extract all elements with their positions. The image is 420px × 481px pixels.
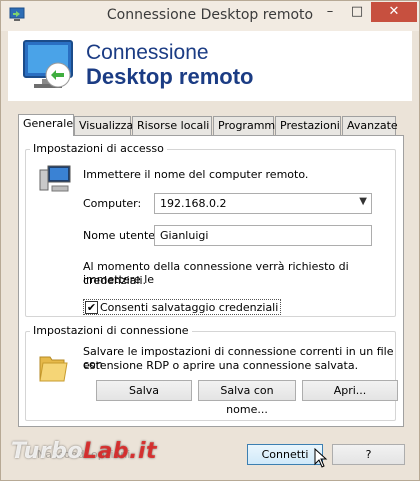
computer-label: Computer: (83, 197, 142, 210)
tab-programmi[interactable]: Programmi (213, 116, 278, 136)
connection-settings-legend: Impostazioni di connessione (30, 324, 192, 337)
username-label: Nome utente: (83, 229, 159, 242)
computer-value: 192.168.0.2 (160, 197, 227, 210)
minimize-button[interactable]: – (316, 2, 344, 22)
rdp-window: Connessione Desktop remoto – □ ✕ Conness… (0, 0, 420, 481)
title-bar: Connessione Desktop remoto – □ ✕ (1, 1, 419, 31)
options-area: Generale Visualizza Risorse locali Progr… (8, 101, 412, 475)
chevron-down-icon[interactable]: ▼ (359, 196, 367, 207)
folder-icon (39, 356, 68, 382)
connect-button[interactable]: Connetti (247, 444, 323, 465)
open-button[interactable]: Apri... (302, 380, 398, 401)
access-settings-legend: Impostazioni di accesso (30, 142, 167, 155)
banner-header: Connessione Desktop remoto (8, 31, 412, 101)
tab-panel-generale: Impostazioni di accesso Immettere il nom… (18, 135, 404, 427)
turbolab-watermark: TurboLab.it (11, 439, 158, 464)
tab-generale[interactable]: Generale (18, 114, 74, 136)
save-credentials-label[interactable]: Consenti salvataggio credenziali (100, 301, 278, 314)
maximize-button[interactable]: □ (344, 2, 370, 22)
tab-risorse-locali[interactable]: Risorse locali (132, 116, 212, 136)
help-button[interactable]: ? (332, 444, 405, 465)
save-button[interactable]: Salva (96, 380, 192, 401)
credentials-note-line2: credenziali. (83, 274, 146, 287)
remote-desktop-monitor-icon (23, 40, 73, 88)
header-title-line2: Desktop remoto (86, 64, 254, 89)
close-button[interactable]: ✕ (371, 2, 417, 22)
username-value: Gianluigi (160, 229, 209, 242)
connection-desc-line2: estensione RDP o aprire una connessione … (83, 359, 359, 372)
computer-prompt-text: Immettere il nome del computer remoto. (83, 168, 309, 181)
mouse-cursor-icon (314, 448, 328, 468)
save-credentials-checkbox-row[interactable]: ✔ Consenti salvataggio credenziali (83, 299, 282, 315)
connection-settings-group: Impostazioni di connessione Salvare le i… (25, 324, 398, 421)
computer-combobox[interactable]: 192.168.0.2 ▼ (154, 193, 372, 214)
save-credentials-checkbox[interactable]: ✔ (85, 301, 98, 314)
tab-visualizza[interactable]: Visualizza (74, 116, 133, 136)
username-field[interactable]: Gianluigi (154, 225, 372, 246)
access-settings-group: Impostazioni di accesso Immettere il nom… (25, 142, 396, 317)
header-title-line1: Connessione (86, 41, 209, 64)
tab-avanzate[interactable]: Avanzate (342, 116, 398, 136)
save-as-button[interactable]: Salva con nome... (198, 380, 296, 416)
computer-icon (39, 165, 71, 192)
tab-prestazioni[interactable]: Prestazioni (275, 116, 341, 136)
